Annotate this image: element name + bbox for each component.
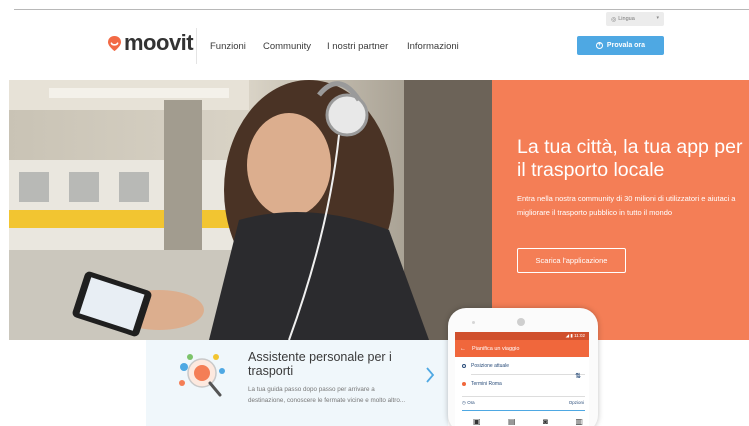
options-link[interactable]: Opzioni bbox=[569, 400, 584, 405]
chevron-right-icon[interactable] bbox=[425, 366, 435, 389]
signal-icon: ◢ ▮ bbox=[565, 333, 575, 338]
download-app-button[interactable]: Scarica l'applicazione bbox=[517, 248, 626, 273]
assistant-icon bbox=[176, 349, 228, 399]
trip-planner-title: Pianifica un viaggio bbox=[472, 345, 520, 352]
feature-title: Assistente personale per i trasporti bbox=[248, 350, 392, 378]
time-row[interactable]: ◷ Ora Opzioni bbox=[462, 400, 584, 406]
logo-divider bbox=[196, 28, 197, 64]
hero-title: La tua città, la tua app per il trasport… bbox=[517, 136, 743, 181]
plus-circle-icon: + bbox=[595, 42, 603, 49]
phone-status-bar: ◢ ▮ 11:02 bbox=[455, 332, 589, 340]
hero-subtitle: Entra nella nostra community di 30 milio… bbox=[517, 194, 736, 217]
nav-partner[interactable]: I nostri partner bbox=[327, 41, 388, 52]
logo-text: moovit bbox=[124, 30, 194, 55]
bus-icon[interactable]: ▣ bbox=[473, 417, 481, 426]
trip-form: Posizione attuale Termini Roma ⇅ ◷ Ora O… bbox=[455, 359, 589, 426]
top-divider bbox=[14, 9, 749, 10]
trip-planner-header: ← Pianifica un viaggio bbox=[455, 340, 589, 357]
back-arrow-icon[interactable]: ← bbox=[460, 346, 466, 352]
stop-divider bbox=[471, 374, 585, 375]
try-now-button[interactable]: + Provala ora bbox=[577, 36, 664, 55]
chevron-down-icon: ▾ bbox=[656, 15, 659, 21]
nav-funzioni[interactable]: Funzioni bbox=[210, 41, 246, 52]
destination-dot-icon bbox=[462, 382, 466, 386]
hero-image bbox=[9, 80, 492, 340]
destination-label: Termini Roma bbox=[471, 381, 502, 387]
metro-icon[interactable]: ◙ bbox=[543, 417, 548, 426]
tram-icon[interactable]: ▥ bbox=[575, 417, 583, 426]
nav-informazioni[interactable]: Informazioni bbox=[407, 41, 459, 52]
origin-label: Posizione attuale bbox=[471, 363, 510, 369]
transport-modes: ▣ ▤ ◙ ▥ bbox=[473, 417, 583, 426]
time-label: Ora bbox=[467, 400, 475, 405]
language-selector[interactable]: ◎ Lingua ▾ bbox=[606, 12, 664, 26]
feature-description: La tua guida passo dopo passo per arriva… bbox=[248, 386, 406, 404]
globe-icon: ◎ bbox=[611, 16, 617, 23]
train-icon[interactable]: ▤ bbox=[508, 417, 516, 426]
moovit-logo[interactable]: moovit bbox=[106, 30, 194, 55]
language-label: Lingua bbox=[618, 16, 635, 22]
swap-icon[interactable]: ⇅ bbox=[575, 372, 581, 380]
form-divider bbox=[462, 396, 585, 397]
origin-row[interactable]: Posizione attuale bbox=[462, 363, 509, 369]
origin-dot-icon bbox=[462, 364, 466, 368]
phone-camera bbox=[517, 318, 525, 326]
phone-status-time: 11:02 bbox=[574, 333, 585, 338]
phone-sensor bbox=[472, 321, 475, 324]
nav-community[interactable]: Community bbox=[263, 41, 311, 52]
phone-screen: ◢ ▮ 11:02 ← Pianifica un viaggio Posizio… bbox=[455, 332, 589, 426]
time-underline bbox=[462, 410, 585, 411]
destination-row[interactable]: Termini Roma bbox=[462, 381, 502, 387]
logo-pin-icon bbox=[106, 35, 123, 52]
try-now-label: Provala ora bbox=[606, 42, 646, 49]
